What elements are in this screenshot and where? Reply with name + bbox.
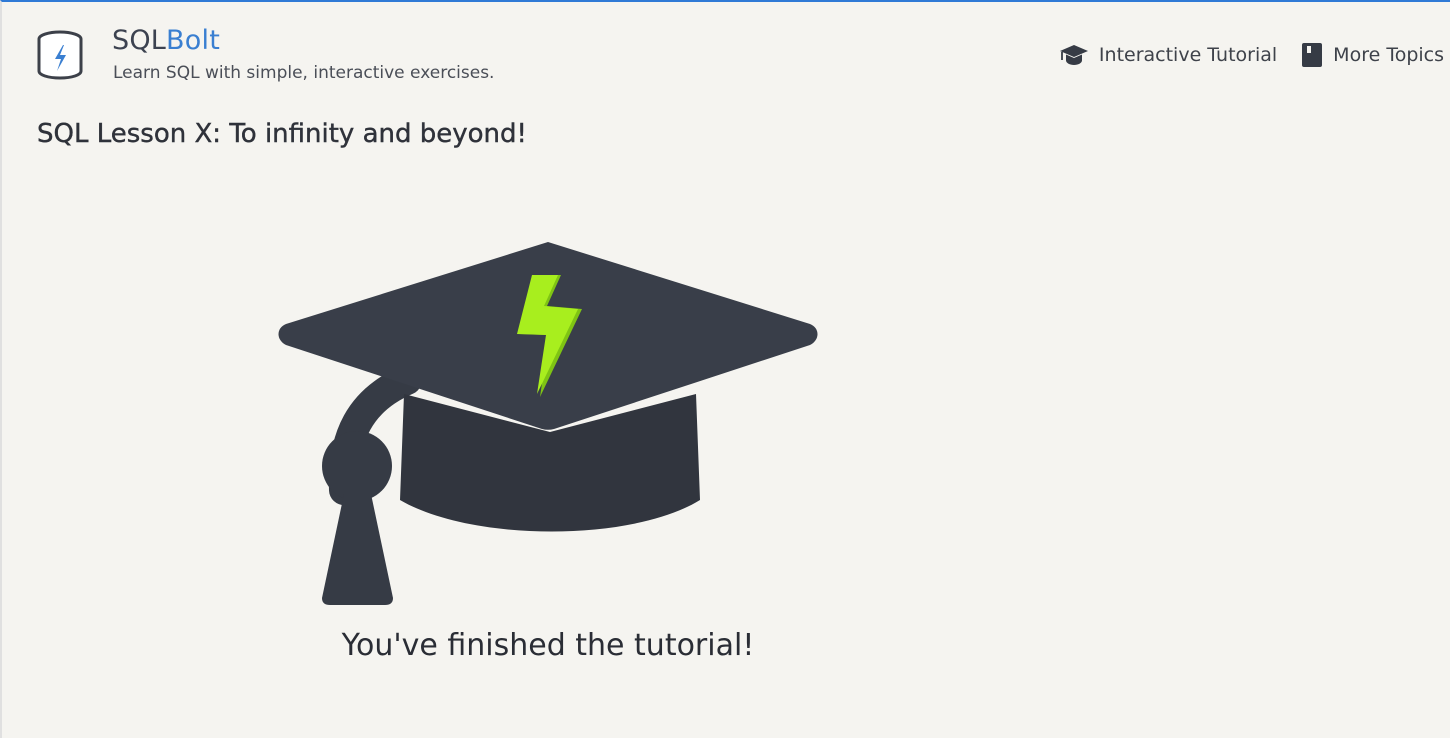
- database-bolt-icon[interactable]: [34, 28, 86, 86]
- brand-bolt-text: Bolt: [166, 25, 220, 56]
- nav-more-topics[interactable]: More Topics: [1301, 42, 1444, 68]
- graduation-cap-bolt-icon: [272, 232, 828, 612]
- completion-message: You've finished the tutorial!: [341, 628, 755, 663]
- book-icon: [1301, 42, 1323, 68]
- nav-interactive-tutorial-label: Interactive Tutorial: [1098, 44, 1278, 66]
- graduation-cap-icon: [1059, 42, 1089, 68]
- nav-more-topics-label: More Topics: [1333, 44, 1444, 66]
- top-nav: Interactive Tutorial More Topics: [1059, 40, 1444, 70]
- brand-title[interactable]: SQLBolt: [112, 24, 220, 58]
- page: SQLBolt Learn SQL with simple, interacti…: [0, 0, 1450, 738]
- page-title: SQL Lesson X: To infinity and beyond!: [37, 119, 527, 149]
- brand-tagline: Learn SQL with simple, interactive exerc…: [113, 63, 495, 83]
- brand-sql-text: SQL: [112, 25, 167, 56]
- nav-interactive-tutorial[interactable]: Interactive Tutorial: [1059, 42, 1277, 68]
